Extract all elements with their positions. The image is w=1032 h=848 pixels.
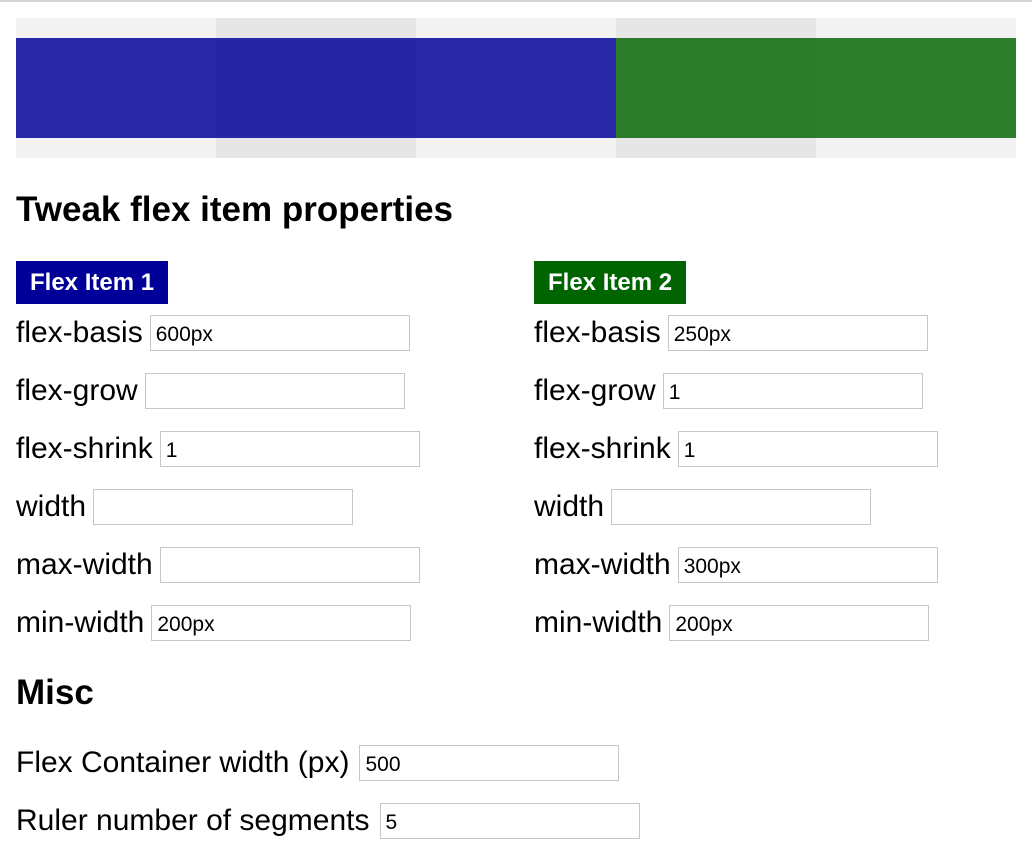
item2-min-width-row: min-width (534, 605, 930, 641)
item1-width-row: width (16, 489, 354, 525)
item1-flex-grow-row: flex-grow (16, 373, 405, 409)
field-label: min-width (534, 606, 663, 639)
item1-flex-grow-input[interactable] (144, 373, 405, 409)
flex-item-1-panel: Flex Item 1 flex-basis flex-grow flex-sh… (16, 261, 420, 641)
item2-max-width-input[interactable] (677, 547, 938, 583)
item2-flex-shrink-row: flex-shrink (534, 431, 938, 467)
item2-max-width-row: max-width (534, 547, 938, 583)
misc-heading: Misc (16, 673, 94, 712)
container-width-input[interactable] (359, 745, 620, 781)
field-label: flex-grow (16, 374, 138, 407)
item1-flex-basis-row: flex-basis (16, 315, 410, 351)
field-label: flex-basis (16, 316, 143, 349)
field-label: width (16, 490, 87, 523)
field-label: flex-shrink (534, 432, 671, 465)
item1-flex-basis-input[interactable] (149, 315, 410, 351)
item2-min-width-input[interactable] (669, 605, 930, 641)
item2-flex-shrink-input[interactable] (677, 431, 938, 467)
page-title: Tweak flex item properties (16, 190, 454, 229)
flex-item-1-bar (16, 38, 616, 138)
flex-visualization (16, 18, 1016, 158)
field-label: max-width (534, 548, 671, 581)
item2-flex-basis-input[interactable] (667, 315, 928, 351)
flex-item-2-bar (616, 38, 1016, 138)
ruler-segments-row: Ruler number of segments (16, 803, 640, 839)
item1-min-width-row: min-width (16, 605, 412, 641)
item2-flex-grow-input[interactable] (662, 373, 923, 409)
ruler-segments-input[interactable] (379, 803, 640, 839)
flex-item-1-badge: Flex Item 1 (16, 261, 169, 304)
item1-max-width-row: max-width (16, 547, 420, 583)
item2-width-input[interactable] (611, 489, 872, 525)
field-label: flex-shrink (16, 432, 153, 465)
ruler-segments-label: Ruler number of segments (16, 804, 370, 837)
container-width-label: Flex Container width (px) (16, 746, 350, 779)
item2-flex-basis-row: flex-basis (534, 315, 928, 351)
item2-flex-grow-row: flex-grow (534, 373, 923, 409)
container-width-row: Flex Container width (px) (16, 745, 620, 781)
item2-width-row: width (534, 489, 872, 525)
field-label: flex-grow (534, 374, 656, 407)
flex-item-2-panel: Flex Item 2 flex-basis flex-grow flex-sh… (534, 261, 938, 641)
flex-item-2-badge: Flex Item 2 (534, 261, 687, 304)
item1-min-width-input[interactable] (151, 605, 412, 641)
field-label: max-width (16, 548, 153, 581)
item1-max-width-input[interactable] (159, 547, 420, 583)
item1-width-input[interactable] (93, 489, 354, 525)
field-label: flex-basis (534, 316, 661, 349)
field-label: width (534, 490, 605, 523)
top-divider (0, 0, 1032, 2)
field-label: min-width (16, 606, 145, 639)
item1-flex-shrink-row: flex-shrink (16, 431, 420, 467)
item1-flex-shrink-input[interactable] (159, 431, 420, 467)
